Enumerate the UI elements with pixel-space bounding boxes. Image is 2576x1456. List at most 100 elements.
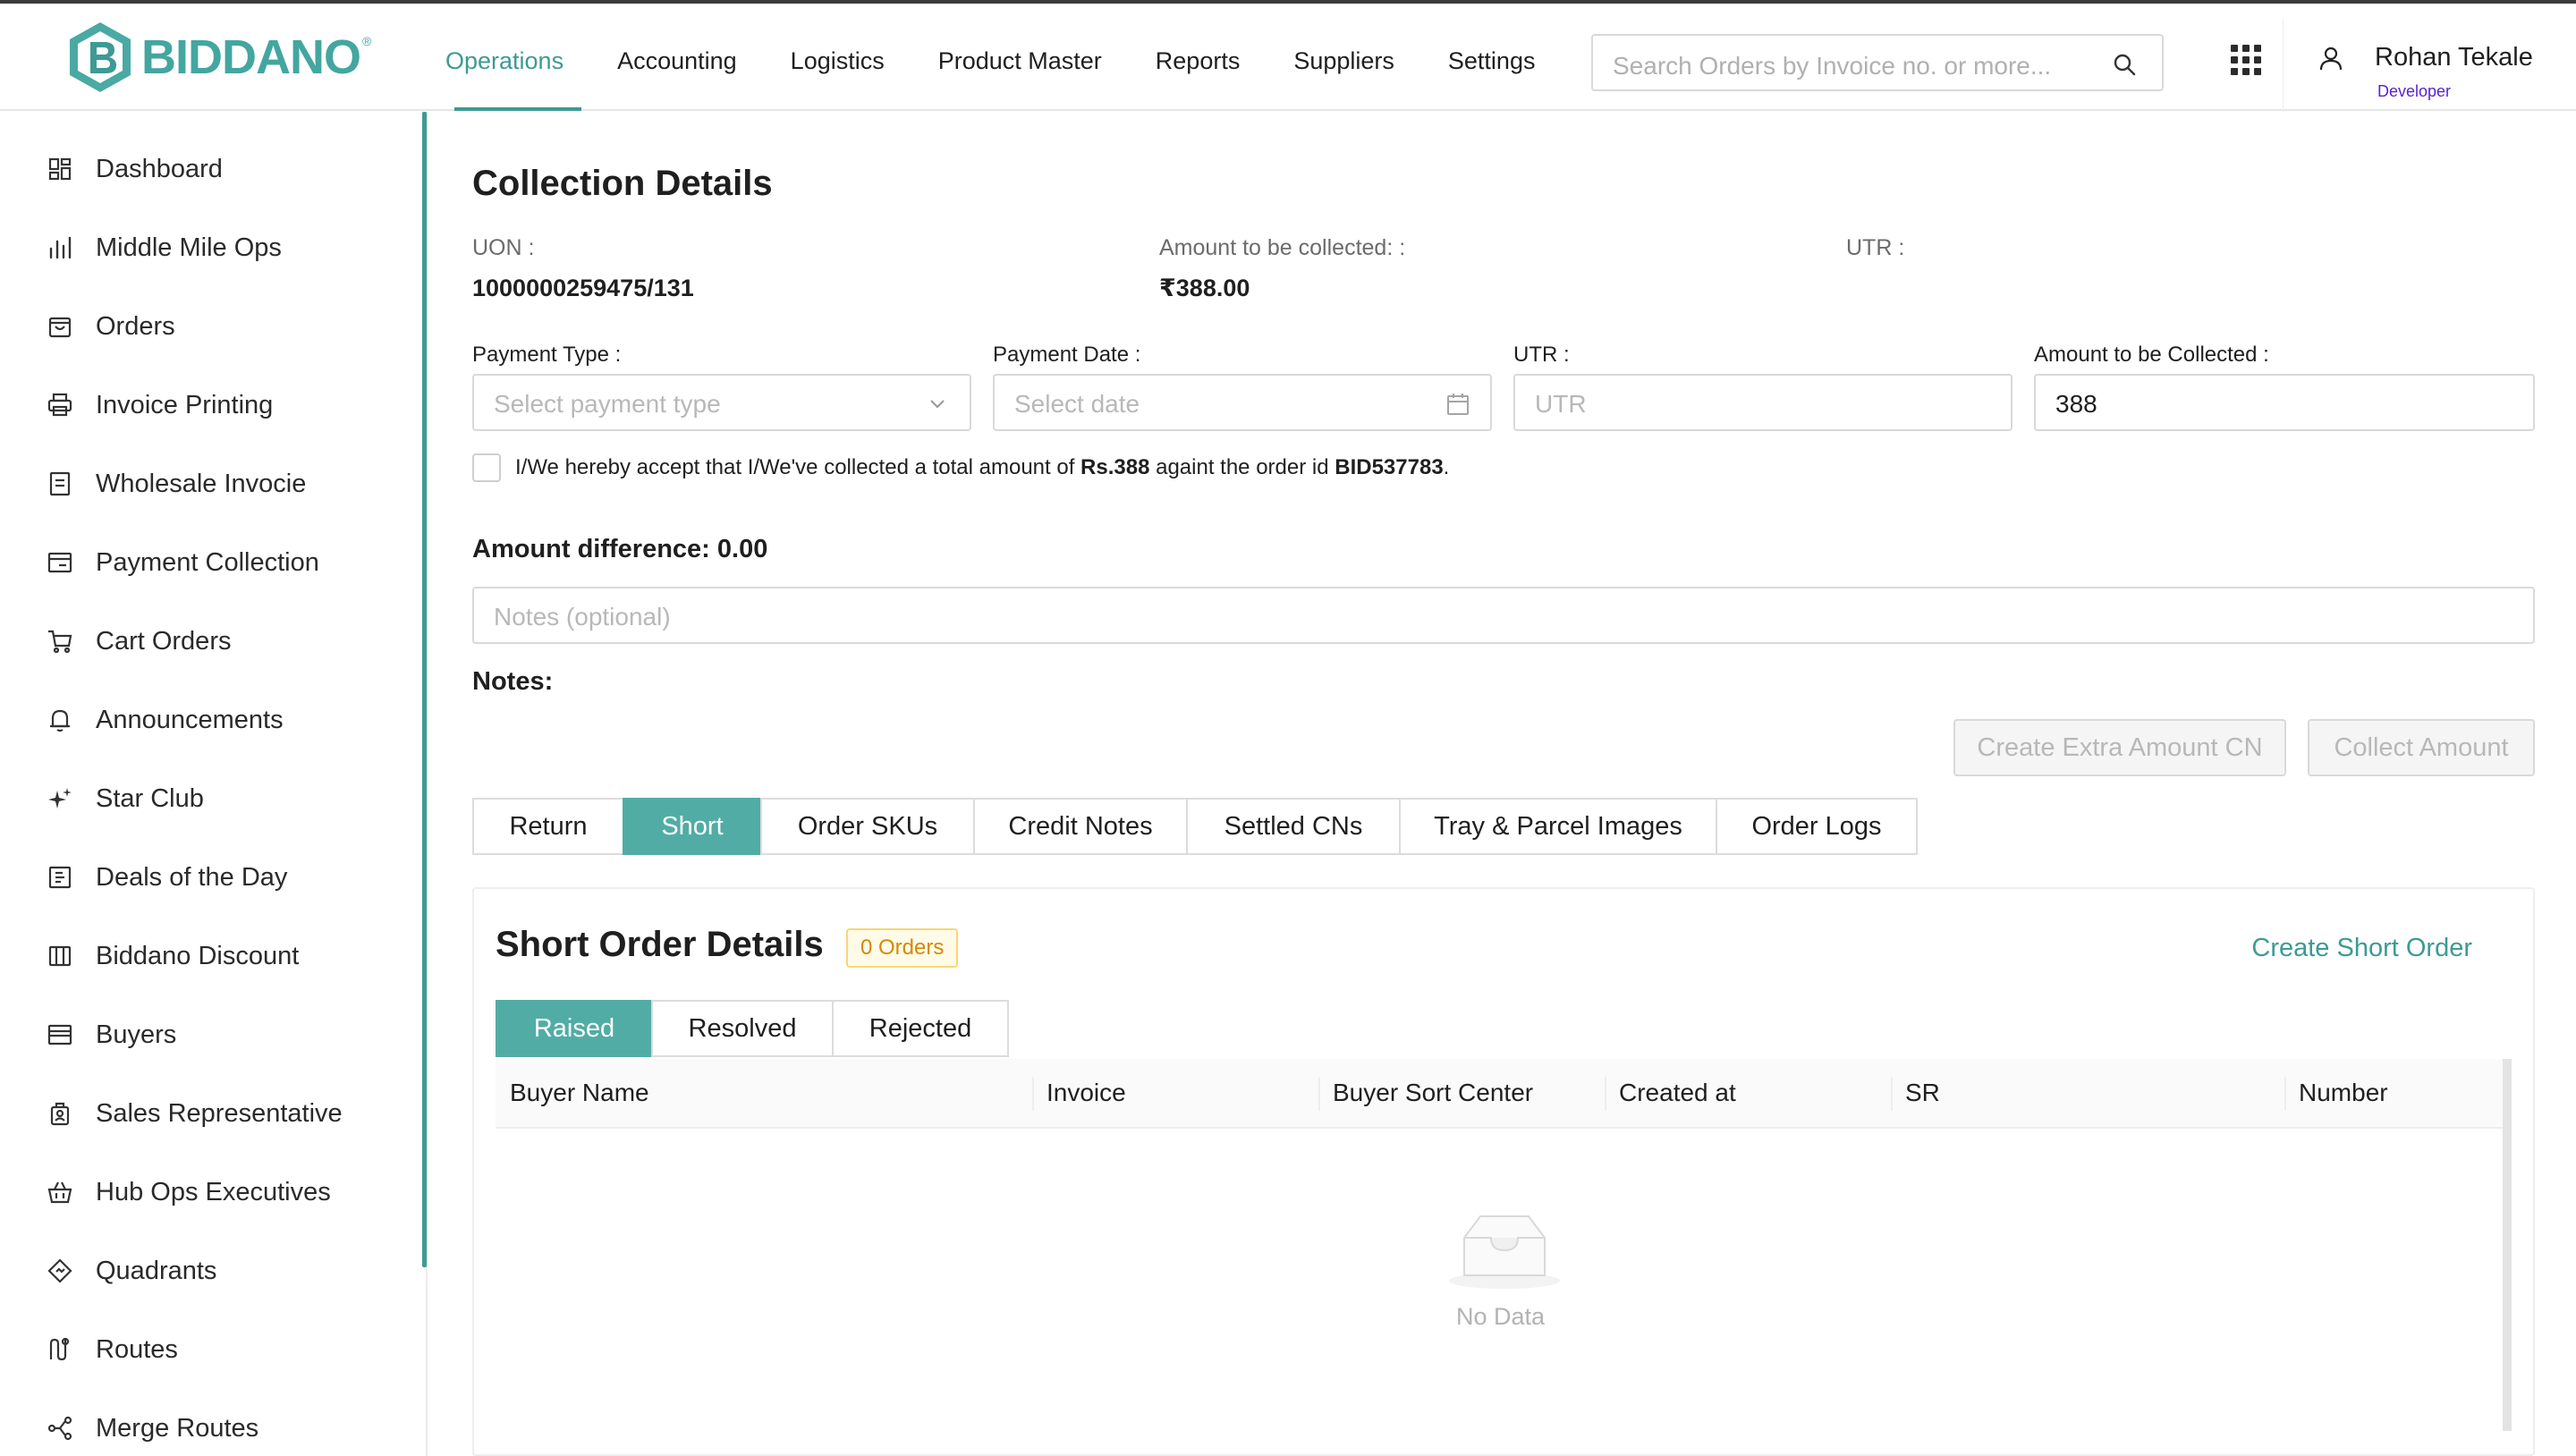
column-divider [1318,1077,1320,1111]
diamond-icon [47,1258,72,1283]
tab-order-skus[interactable]: Order SKUs [760,798,975,855]
sidebar-item-quadrants[interactable]: Quadrants [0,1232,420,1310]
payment-type-label: Payment Type : [472,343,622,367]
tab-tray-parcel-images[interactable]: Tray & Parcel Images [1399,798,1717,855]
notes-input[interactable]: Notes (optional) [472,587,2535,644]
amount-difference: Amount difference: 0.00 [472,535,768,563]
column-divider [1605,1077,1606,1111]
sidebar-item-label: Hub Ops Executives [96,1177,331,1206]
sidebar-item-wholesale-invoice[interactable]: Wholesale Invocie [0,444,420,523]
sidebar-scrollbar[interactable] [422,112,427,1267]
subtab-resolved[interactable]: Resolved [651,1000,834,1057]
search-input[interactable]: Search Orders by Invoice no. or more... [1591,34,2164,91]
route-icon [49,1337,70,1361]
payment-date-placeholder: Select date [1014,390,1140,418]
create-extra-amount-cn-button[interactable]: Create Extra Amount CN [1953,719,2286,776]
dashboard-icon [48,157,72,181]
discount-icon [48,945,72,967]
sidebar-item-middle-mile-ops[interactable]: Middle Mile Ops [0,208,420,287]
column-sr[interactable]: SR [1905,1079,1940,1107]
sidebar-item-orders[interactable]: Orders [0,287,420,366]
payment-date-label: Payment Date : [993,343,1141,367]
collect-amount-button[interactable]: Collect Amount [2308,719,2535,776]
tab-short[interactable]: Short [623,798,762,855]
create-short-order-link[interactable]: Create Short Order [2251,934,2472,963]
sidebar-item-invoice-printing[interactable]: Invoice Printing [0,366,420,444]
sidebar-item-biddano-discount[interactable]: Biddano Discount [0,917,420,995]
user-menu[interactable]: Rohan Tekale Developer [2283,20,2576,113]
accept-suffix: . [1443,455,1450,479]
column-created-at[interactable]: Created at [1619,1079,1736,1107]
sidebar-item-dashboard[interactable]: Dashboard [0,130,420,208]
sidebar-item-star-club[interactable]: Star Club [0,759,420,838]
payment-type-select[interactable]: Select payment type [472,374,971,431]
apps-grid-icon[interactable] [2231,45,2261,75]
sidebar-item-label: Deals of the Day [96,862,288,892]
sidebar-item-cart-orders[interactable]: Cart Orders [0,602,420,681]
subtab-raised[interactable]: Raised [496,1000,653,1057]
utr-input[interactable]: UTR [1513,374,2012,431]
payment-date-picker[interactable]: Select date [993,374,1492,431]
sidebar-item-label: Wholesale Invocie [96,469,307,498]
sidebar-item-deals-of-the-day[interactable]: Deals of the Day [0,838,420,917]
sidebar-item-announcements[interactable]: Announcements [0,681,420,759]
subtab-rejected[interactable]: Rejected [832,1000,1009,1057]
sidebar-item-label: Middle Mile Ops [96,233,282,262]
accept-checkbox[interactable] [472,453,501,482]
sidebar-item-payment-collection[interactable]: Payment Collection [0,523,420,602]
bag-icon [48,317,72,338]
sidebar-item-routes[interactable]: Routes [0,1310,420,1389]
chevron-down-icon [930,400,945,409]
tab-credit-notes[interactable]: Credit Notes [973,798,1188,855]
column-invoice[interactable]: Invoice [1046,1079,1126,1107]
sidebar-item-label: Announcements [96,705,284,734]
topnav-reports[interactable]: Reports [1129,7,1267,114]
topnav-product-master[interactable]: Product Master [911,7,1129,114]
amount-collected-value: 388 [2055,390,2097,418]
column-buyer-name[interactable]: Buyer Name [510,1079,649,1107]
sparkle-icon [48,788,72,808]
utr-placeholder: UTR [1535,390,1587,418]
uon-value: 1000000259475/131 [472,275,694,301]
brand-logo[interactable]: BIDDANO ® [64,20,371,95]
no-data-text: No Data [1456,1303,1546,1330]
sidebar-item-merge-routes[interactable]: Merge Routes [0,1389,420,1456]
tab-settled-cns[interactable]: Settled CNs [1186,798,1401,855]
amount-to-collect-value: ₹388.00 [1159,275,1250,301]
payment-type-placeholder: Select payment type [494,390,721,418]
amount-to-collect-label: Amount to be collected: : [1159,235,1406,260]
tab-return[interactable]: Return [472,798,624,855]
utr-field-label: UTR : [1513,343,1570,367]
column-number[interactable]: Number [2299,1079,2388,1107]
accept-amount: Rs.388 [1080,455,1150,479]
person-badge-icon [50,1102,70,1126]
sidebar-item-buyers[interactable]: Buyers [0,995,420,1074]
sidebar-item-label: Sales Representative [96,1098,343,1128]
topnav-operations[interactable]: Operations [445,7,590,114]
table-scrollbar[interactable] [2503,1059,2512,1431]
bar-chart-icon [49,236,72,259]
sidebar-item-label: Payment Collection [96,547,319,577]
store-icon [47,1024,72,1045]
search-placeholder: Search Orders by Invoice no. or more... [1613,52,2052,80]
topnav-accounting[interactable]: Accounting [590,7,764,114]
biddano-logo-icon [70,22,131,92]
brand-name: BIDDANO [141,30,361,84]
sidebar-item-hub-ops-executives[interactable]: Hub Ops Executives [0,1153,420,1232]
short-order-card: Short Order Details 0 Orders Create Shor… [472,887,2535,1456]
amount-collected-input[interactable]: 388 [2034,374,2535,431]
sidebar-item-label: Dashboard [96,154,223,183]
sidebar-item-label: Quadrants [96,1256,217,1285]
accept-mid: againt the order id [1149,455,1335,479]
sidebar-item-sales-representative[interactable]: Sales Representative [0,1074,420,1153]
search-icon[interactable] [2112,52,2137,77]
orders-count-badge: 0 Orders [846,928,959,968]
empty-inbox-icon [1449,1215,1560,1289]
column-buyer-sort-center[interactable]: Buyer Sort Center [1333,1079,1533,1107]
topnav-settings[interactable]: Settings [1421,7,1563,114]
tab-order-logs[interactable]: Order Logs [1716,798,1918,855]
printer-icon [47,393,72,417]
topnav-suppliers[interactable]: Suppliers [1267,7,1421,114]
topnav-logistics[interactable]: Logistics [764,7,911,114]
sidebar-item-label: Buyers [96,1020,177,1049]
